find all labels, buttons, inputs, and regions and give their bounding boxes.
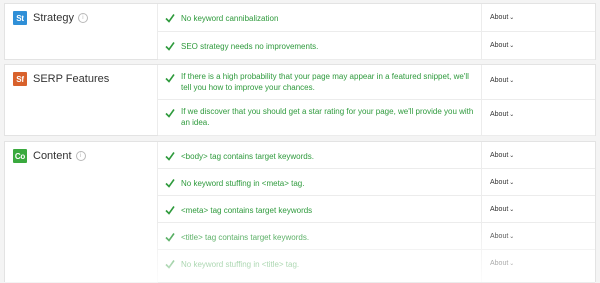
chevron-down-icon: ⌄	[509, 15, 515, 21]
section-header: Co Content i	[5, 142, 157, 282]
chevron-down-icon: ⌄	[509, 180, 515, 186]
about-column: About⌄ About⌄	[481, 4, 595, 59]
check-icon	[165, 74, 175, 83]
section-header: Sf SERP Features	[5, 65, 157, 135]
check-icon	[165, 109, 175, 118]
check-icon	[165, 42, 175, 51]
check-icon	[165, 206, 175, 215]
about-button[interactable]: About⌄	[490, 179, 514, 186]
check-text: SEO strategy needs no improvements.	[181, 42, 319, 51]
chevron-down-icon: ⌄	[509, 207, 515, 213]
about-button[interactable]: About⌄	[490, 260, 514, 267]
chevron-down-icon: ⌄	[509, 153, 515, 159]
check-text: No keyword cannibalization	[181, 14, 279, 23]
section-header: St Strategy i	[5, 4, 157, 59]
about-button[interactable]: About⌄	[490, 77, 514, 84]
check-text: No keyword stuffing in <title> tag.	[181, 260, 300, 269]
section-title: SERP Features	[33, 73, 110, 85]
chevron-down-icon: ⌄	[509, 234, 515, 240]
section-title: Content	[33, 150, 72, 162]
check-text: <body> tag contains target keywords.	[181, 152, 314, 161]
chevron-down-icon: ⌄	[509, 43, 515, 49]
check-text: <meta> tag contains target keywords	[181, 206, 313, 215]
content-badge: Co	[13, 149, 27, 163]
strategy-badge: St	[13, 11, 27, 25]
about-button[interactable]: About⌄	[490, 14, 514, 21]
chevron-down-icon: ⌄	[509, 78, 515, 84]
info-icon[interactable]: i	[75, 151, 86, 161]
about-button[interactable]: About⌄	[490, 233, 514, 240]
chevron-down-icon: ⌄	[509, 261, 515, 267]
about-button[interactable]: About⌄	[490, 206, 514, 213]
check-icon	[165, 233, 175, 242]
check-icon	[165, 152, 175, 161]
info-icon[interactable]: i	[77, 13, 88, 23]
check-icon	[165, 14, 175, 23]
about-button[interactable]: About⌄	[490, 42, 514, 49]
about-button[interactable]: About⌄	[490, 111, 514, 118]
about-column: About⌄ About⌄ About⌄ About⌄ About⌄	[481, 142, 595, 282]
check-text: No keyword stuffing in <meta> tag.	[181, 179, 305, 188]
section-serp-features: Sf SERP Features If there is a high prob…	[4, 64, 596, 136]
about-column: About⌄ About⌄	[481, 65, 595, 135]
check-icon	[165, 179, 175, 188]
section-strategy: St Strategy i No keyword cannibalization…	[4, 3, 596, 60]
serp-badge: Sf	[13, 72, 27, 86]
check-text: <title> tag contains target keywords.	[181, 233, 310, 242]
chevron-down-icon: ⌄	[509, 112, 515, 118]
section-content: Co Content i <body> tag contains target …	[4, 141, 596, 283]
section-title: Strategy	[33, 12, 74, 24]
about-button[interactable]: About⌄	[490, 152, 514, 159]
check-icon	[165, 260, 175, 269]
check-text: If we discover that you should get a sta…	[181, 107, 474, 127]
check-text: If there is a high probability that your…	[181, 72, 469, 92]
